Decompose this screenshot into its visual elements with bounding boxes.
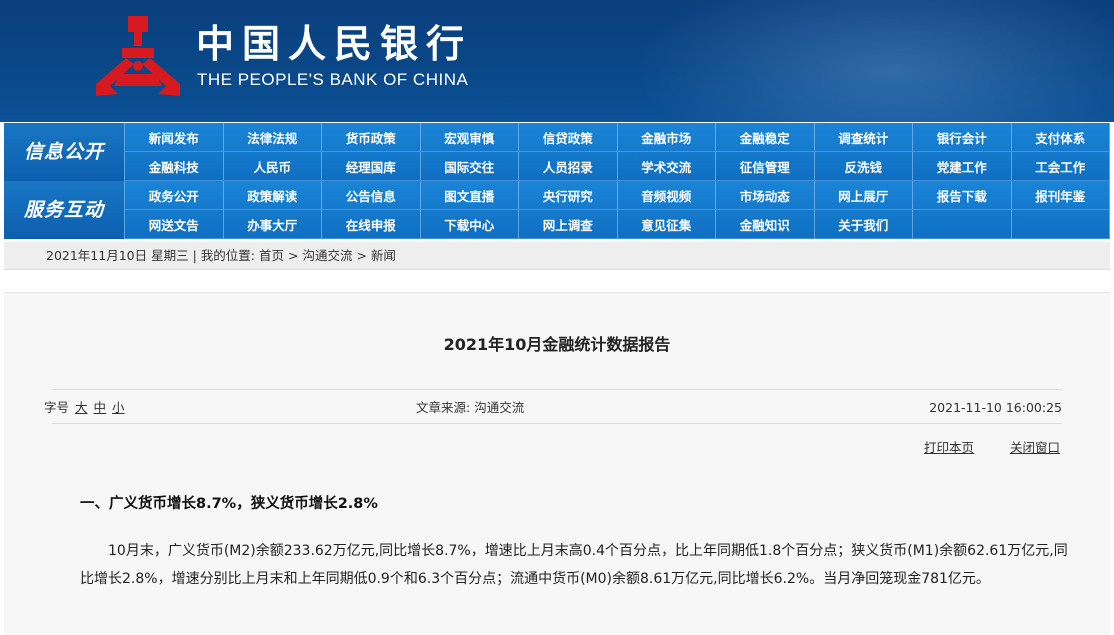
- source-value: 沟通交流: [474, 400, 525, 415]
- nav-group-label[interactable]: 信息公开: [4, 123, 125, 181]
- section-heading: 一、广义货币增长8.7%，狭义货币增长2.8%: [80, 496, 378, 512]
- nav-item[interactable]: 新闻发布: [125, 123, 224, 152]
- article-datetime: 2021-11-10 16:00:25: [929, 400, 1062, 415]
- breadcrumb-separator: >: [356, 248, 371, 263]
- page: 中国人民银行 THE PEOPLE'S BANK OF CHINA 信息公开 新…: [0, 0, 1114, 635]
- nav-grid: 政务公开 政策解读 公告信息 图文直播 央行研究 音频视频 市场动态 网上展厅 …: [125, 181, 1110, 239]
- nav-item[interactable]: 学术交流: [617, 152, 716, 181]
- nav-item[interactable]: 办事大厅: [223, 210, 322, 239]
- nav-item[interactable]: 信贷政策: [519, 123, 618, 152]
- divider: [52, 389, 1062, 390]
- nav-group-service: 服务互动 政务公开 政策解读 公告信息 图文直播 央行研究 音频视频 市场动态 …: [4, 181, 1110, 239]
- nav-item[interactable]: 工会工作: [1011, 152, 1110, 181]
- nav-item[interactable]: 货币政策: [322, 123, 421, 152]
- nav-item[interactable]: 金融稳定: [716, 123, 815, 152]
- nav-item[interactable]: 银行会计: [913, 123, 1012, 152]
- nav-item[interactable]: 下载中心: [420, 210, 519, 239]
- nav-item[interactable]: 宏观审慎: [420, 123, 519, 152]
- pboc-logo-icon[interactable]: [92, 14, 184, 100]
- current-date: 2021年11月10日 星期三: [46, 248, 189, 263]
- font-size-label: 字号: [44, 400, 70, 415]
- print-page-link[interactable]: 打印本页: [924, 440, 974, 455]
- nav-item[interactable]: 反洗钱: [814, 152, 913, 181]
- nav-item[interactable]: 意见征集: [617, 210, 716, 239]
- logo-chinese: 中国人民银行: [196, 21, 473, 66]
- article-actions: 打印本页 关闭窗口: [892, 437, 1060, 456]
- article-paragraph: 10月末，广义货币(M2)余额233.62万亿元,同比增长8.7%，增速比上月末…: [80, 543, 1068, 587]
- nav-item[interactable]: 公告信息: [322, 181, 421, 210]
- banner-glow: [634, 0, 1114, 122]
- nav-item[interactable]: 国际交往: [420, 152, 519, 181]
- nav-item[interactable]: 法律法规: [223, 123, 322, 152]
- font-small-link[interactable]: 小: [112, 400, 125, 415]
- nav-item[interactable]: 金融知识: [716, 210, 815, 239]
- nav-item-empty: [913, 210, 1012, 239]
- main-nav: 信息公开 新闻发布 法律法规 货币政策 宏观审慎 信贷政策 金融市场 金融稳定 …: [4, 123, 1110, 239]
- nav-item[interactable]: 征信管理: [716, 152, 815, 181]
- nav-item-empty: [1011, 210, 1110, 239]
- nav-item[interactable]: 金融科技: [125, 152, 224, 181]
- nav-item[interactable]: 政策解读: [223, 181, 322, 210]
- breadcrumb-section-link[interactable]: 沟通交流: [302, 248, 352, 263]
- nav-item[interactable]: 音频视频: [617, 181, 716, 210]
- font-size-controls: 字号 大 中 小: [44, 397, 125, 419]
- nav-group-label[interactable]: 服务互动: [4, 181, 125, 239]
- source-label: 文章来源:: [416, 400, 471, 415]
- logo-english: THE PEOPLE'S BANK OF CHINA: [197, 70, 469, 89]
- divider: [52, 423, 1062, 424]
- nav-item[interactable]: 支付体系: [1011, 123, 1110, 152]
- nav-item[interactable]: 经理国库: [322, 152, 421, 181]
- breadcrumb-home-link[interactable]: 首页: [259, 248, 284, 263]
- nav-item[interactable]: 市场动态: [716, 181, 815, 210]
- breadcrumb-separator: >: [287, 248, 303, 263]
- article-source: 文章来源: 沟通交流: [416, 397, 524, 419]
- separator: |: [192, 248, 201, 263]
- article-panel: 2021年10月金融统计数据报告 字号 大 中 小 文章来源: 沟通交流 202…: [4, 292, 1110, 635]
- nav-item[interactable]: 调查统计: [814, 123, 913, 152]
- nav-item[interactable]: 金融市场: [617, 123, 716, 152]
- breadcrumb-current-link[interactable]: 新闻: [371, 248, 396, 263]
- nav-item[interactable]: 网上调查: [519, 210, 618, 239]
- nav-group-info: 信息公开 新闻发布 法律法规 货币政策 宏观审慎 信贷政策 金融市场 金融稳定 …: [4, 123, 1110, 181]
- nav-item[interactable]: 党建工作: [913, 152, 1012, 181]
- header-banner: 中国人民银行 THE PEOPLE'S BANK OF CHINA: [0, 0, 1114, 122]
- nav-grid: 新闻发布 法律法规 货币政策 宏观审慎 信贷政策 金融市场 金融稳定 调查统计 …: [125, 123, 1110, 181]
- font-medium-link[interactable]: 中: [94, 400, 107, 415]
- nav-item[interactable]: 人员招录: [519, 152, 618, 181]
- nav-item[interactable]: 关于我们: [814, 210, 913, 239]
- close-window-link[interactable]: 关闭窗口: [1010, 440, 1060, 455]
- nav-item[interactable]: 报刊年鉴: [1011, 181, 1110, 210]
- nav-item[interactable]: 网上展厅: [814, 181, 913, 210]
- article-title: 2021年10月金融统计数据报告: [443, 335, 671, 354]
- nav-item[interactable]: 政务公开: [125, 181, 224, 210]
- nav-item[interactable]: 报告下载: [913, 181, 1012, 210]
- nav-item[interactable]: 央行研究: [519, 181, 618, 210]
- nav-item[interactable]: 图文直播: [420, 181, 519, 210]
- location-label: 我的位置:: [200, 248, 255, 263]
- font-large-link[interactable]: 大: [75, 400, 88, 415]
- article-meta: 字号 大 中 小 文章来源: 沟通交流 2021-11-10 16:00:25: [44, 397, 1064, 419]
- nav-item[interactable]: 在线申报: [322, 210, 421, 239]
- breadcrumb: 2021年11月10日 星期三 | 我的位置: 首页 > 沟通交流 > 新闻: [4, 242, 1110, 270]
- nav-item[interactable]: 人民币: [223, 152, 322, 181]
- nav-item[interactable]: 网送文告: [125, 210, 224, 239]
